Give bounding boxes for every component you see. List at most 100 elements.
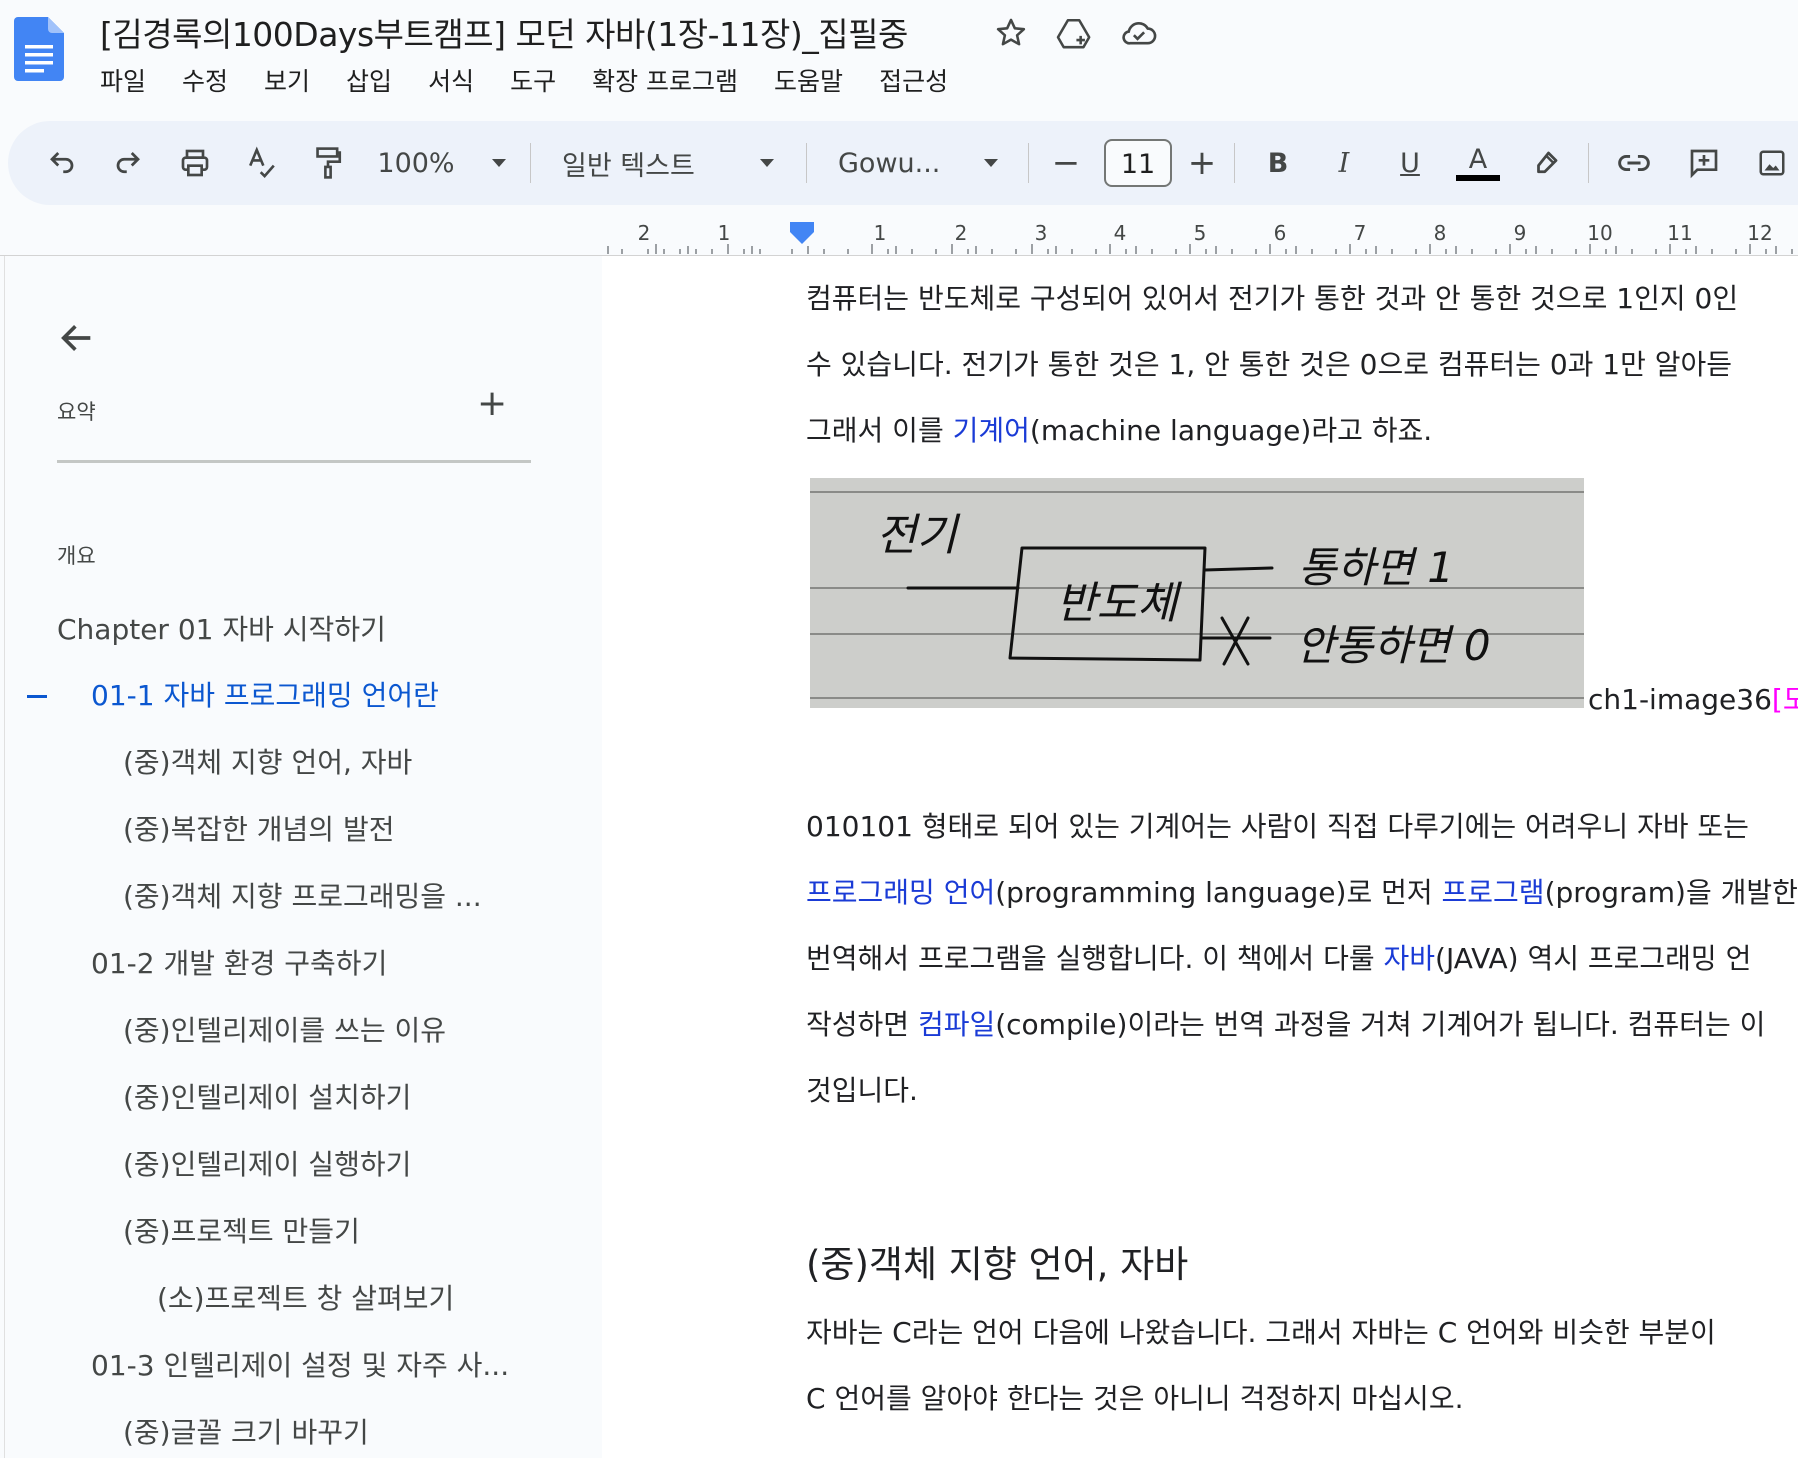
text-run: 번역해서 프로그램을 실행합니다. 이 책에서 다룰 <box>806 942 1384 975</box>
indent-marker-icon <box>790 226 814 244</box>
menu-extensions[interactable]: 확장 프로그램 <box>592 62 738 98</box>
paragraph-line: 그래서 이를 기계어(machine language)라고 하죠. <box>806 414 1432 448</box>
menu-file[interactable]: 파일 <box>100 62 146 98</box>
active-item-indicator <box>27 695 47 698</box>
caption-text: ch1-image36 <box>1588 683 1772 716</box>
outline-item[interactable]: (소)프로젝트 창 살펴보기 <box>157 1277 454 1317</box>
insert-link-icon[interactable] <box>1612 121 1656 205</box>
keyword-compile: 컴파일 <box>917 1008 996 1041</box>
outline-item[interactable]: (중)객체 지향 프로그래밍을 ... <box>123 875 482 915</box>
zoom-value[interactable]: 100% <box>376 121 456 205</box>
cloud-status-icon[interactable] <box>1118 12 1160 54</box>
star-icon[interactable] <box>990 12 1032 54</box>
text-color-bar <box>1456 175 1500 181</box>
outline-label: 개요 <box>57 544 96 568</box>
back-arrow-icon[interactable] <box>57 318 97 362</box>
add-summary-button[interactable]: + <box>477 386 507 422</box>
caption-tag: [도식 <box>1771 683 1798 716</box>
paragraph-line: C 언어를 알아야 한다는 것은 아니니 걱정하지 마십시오. <box>806 1382 1464 1415</box>
toolbar: 100% 일반 텍스트 Gowu... − 11 + B I U A <box>8 121 1798 205</box>
sketch-label: 안통하면 0 <box>1296 621 1491 670</box>
keyword-machine-language: 기계어 <box>952 414 1030 447</box>
increase-font-size-button[interactable]: + <box>1184 121 1220 205</box>
decrease-font-size-button[interactable]: − <box>1048 121 1084 205</box>
section-heading: (중)객체 지향 언어, 자바 <box>806 1243 1189 1286</box>
font-dropdown-icon[interactable] <box>976 121 1006 205</box>
spellcheck-icon[interactable] <box>240 121 284 205</box>
outline-item[interactable]: (중)프로젝트 만들기 <box>123 1210 360 1250</box>
outline-item[interactable]: 01-2 개발 환경 구축하기 <box>91 942 387 982</box>
horizontal-ruler[interactable]: 2 1 1 2 3 4 5 6 7 8 9 10 11 12 <box>600 218 1798 256</box>
ruler-label: 7 <box>1354 221 1367 245</box>
outline-item[interactable]: (중)글꼴 크기 바꾸기 <box>123 1411 369 1451</box>
document-page[interactable]: 컴퓨터는 반도체로 구성되어 있어서 전기가 통한 것과 안 통한 것으로 1인… <box>602 256 1798 1458</box>
paragraph-line: 프로그래밍 언어(programming language)로 먼저 프로그램(… <box>806 876 1798 910</box>
paragraph-line: 것입니다. <box>806 1074 918 1107</box>
paint-format-icon[interactable] <box>306 121 350 205</box>
menu-insert[interactable]: 삽입 <box>346 62 392 98</box>
semiconductor-sketch-image[interactable]: 전기 반도체 통하면 1 안통하면 0 <box>810 478 1584 708</box>
menu-accessibility[interactable]: 접근성 <box>879 62 948 98</box>
text-run: (machine language)라고 하죠. <box>1029 414 1433 447</box>
ruler-label: 5 <box>1194 221 1207 245</box>
text-color-label: A <box>1468 144 1488 175</box>
paragraph-line: 컴퓨터는 반도체로 구성되어 있어서 전기가 통한 것과 안 통한 것으로 1인… <box>806 282 1739 315</box>
image-caption: ch1-image36[도식 <box>1588 678 1798 718</box>
style-dropdown-icon[interactable] <box>752 121 782 205</box>
font-size-input[interactable]: 11 <box>1104 139 1172 187</box>
outline-item-active[interactable]: 01-1 자바 프로그래밍 언어란 <box>91 674 439 714</box>
ruler-label: 3 <box>1035 221 1048 245</box>
font-family-select[interactable]: Gowu... <box>838 121 948 205</box>
menu-edit[interactable]: 수정 <box>182 62 228 98</box>
outline-item[interactable]: (중)인텔리제이 실행하기 <box>123 1143 411 1183</box>
document-outline-panel: 요약 + 개요 Chapter 01 자바 시작하기 01-1 자바 프로그래밍… <box>4 256 604 1458</box>
menu-tools[interactable]: 도구 <box>510 62 556 98</box>
outline-item[interactable]: (중)인텔리제이 설치하기 <box>123 1076 411 1116</box>
outline-item[interactable]: (중)객체 지향 언어, 자바 <box>123 741 412 781</box>
ruler-label: 4 <box>1114 221 1127 245</box>
menu-help[interactable]: 도움말 <box>774 62 843 98</box>
zoom-dropdown-icon[interactable] <box>484 121 514 205</box>
sketch-label: 전기 <box>876 510 960 561</box>
highlight-color-icon[interactable] <box>1524 121 1568 205</box>
paragraph-line: 자바는 C라는 언어 다음에 나왔습니다. 그래서 자바는 C 언어와 비슷한 … <box>806 1316 1716 1349</box>
text-run: (JAVA) 역시 프로그래밍 언 <box>1435 942 1752 975</box>
ruler-label: 1 <box>718 221 731 245</box>
ruler-label: 1 <box>874 221 887 245</box>
bold-button[interactable]: B <box>1258 121 1298 205</box>
paragraph-line: 작성하면 컴파일(compile)이라는 번역 과정을 거쳐 기계어가 됩니다.… <box>806 1008 1765 1042</box>
paragraph-line: 수 있습니다. 전기가 통한 것은 1, 안 통한 것은 0으로 컴퓨터는 0과… <box>806 348 1733 381</box>
menu-format[interactable]: 서식 <box>428 62 474 98</box>
undo-icon[interactable] <box>40 121 84 205</box>
document-title[interactable]: [김경록의100Days부트캠프] 모던 자바(1장-11장)_집필중 <box>100 8 908 56</box>
move-to-drive-icon[interactable] <box>1054 12 1096 54</box>
text-run: (compile)이라는 번역 과정을 거쳐 기계어가 됩니다. 컴퓨터는 이 <box>995 1008 1766 1041</box>
underline-button[interactable]: U <box>1390 121 1430 205</box>
outline-item[interactable]: (중)복잡한 개념의 발전 <box>123 808 395 848</box>
outline-item[interactable]: 01-3 인텔리제이 설정 및 자주 사... <box>91 1344 509 1384</box>
text-run: 그래서 이를 <box>806 414 953 447</box>
paragraph-style-select[interactable]: 일반 텍스트 <box>562 121 702 205</box>
first-line-indent-marker <box>790 222 814 226</box>
print-icon[interactable] <box>172 121 218 205</box>
ruler-label: 10 <box>1587 221 1612 245</box>
menu-view[interactable]: 보기 <box>264 62 310 98</box>
ruler-label: 2 <box>638 221 651 245</box>
redo-icon[interactable] <box>106 121 150 205</box>
sketch-label: 통하면 1 <box>1298 543 1454 592</box>
paragraph-line: 번역해서 프로그램을 실행합니다. 이 책에서 다룰 자바(JAVA) 역시 프… <box>806 942 1751 976</box>
ruler-ticks: 2 1 1 2 3 4 5 6 7 8 9 10 11 12 <box>607 221 1793 254</box>
add-comment-icon[interactable] <box>1682 121 1726 205</box>
italic-button[interactable]: I <box>1324 121 1364 205</box>
text-run: (programming language)로 먼저 <box>995 876 1442 909</box>
insert-image-icon[interactable] <box>1750 121 1794 205</box>
text-run: 작성하면 <box>806 1008 918 1041</box>
ruler-label: 12 <box>1747 221 1772 245</box>
ruler-label: 9 <box>1514 221 1527 245</box>
keyword-java: 자바 <box>1383 942 1436 975</box>
outline-item[interactable]: (중)인텔리제이를 쓰는 이유 <box>123 1009 446 1049</box>
docs-logo[interactable] <box>14 17 64 81</box>
summary-divider <box>57 460 531 463</box>
text-color-button[interactable]: A <box>1454 121 1502 205</box>
outline-item[interactable]: Chapter 01 자바 시작하기 <box>57 608 386 648</box>
